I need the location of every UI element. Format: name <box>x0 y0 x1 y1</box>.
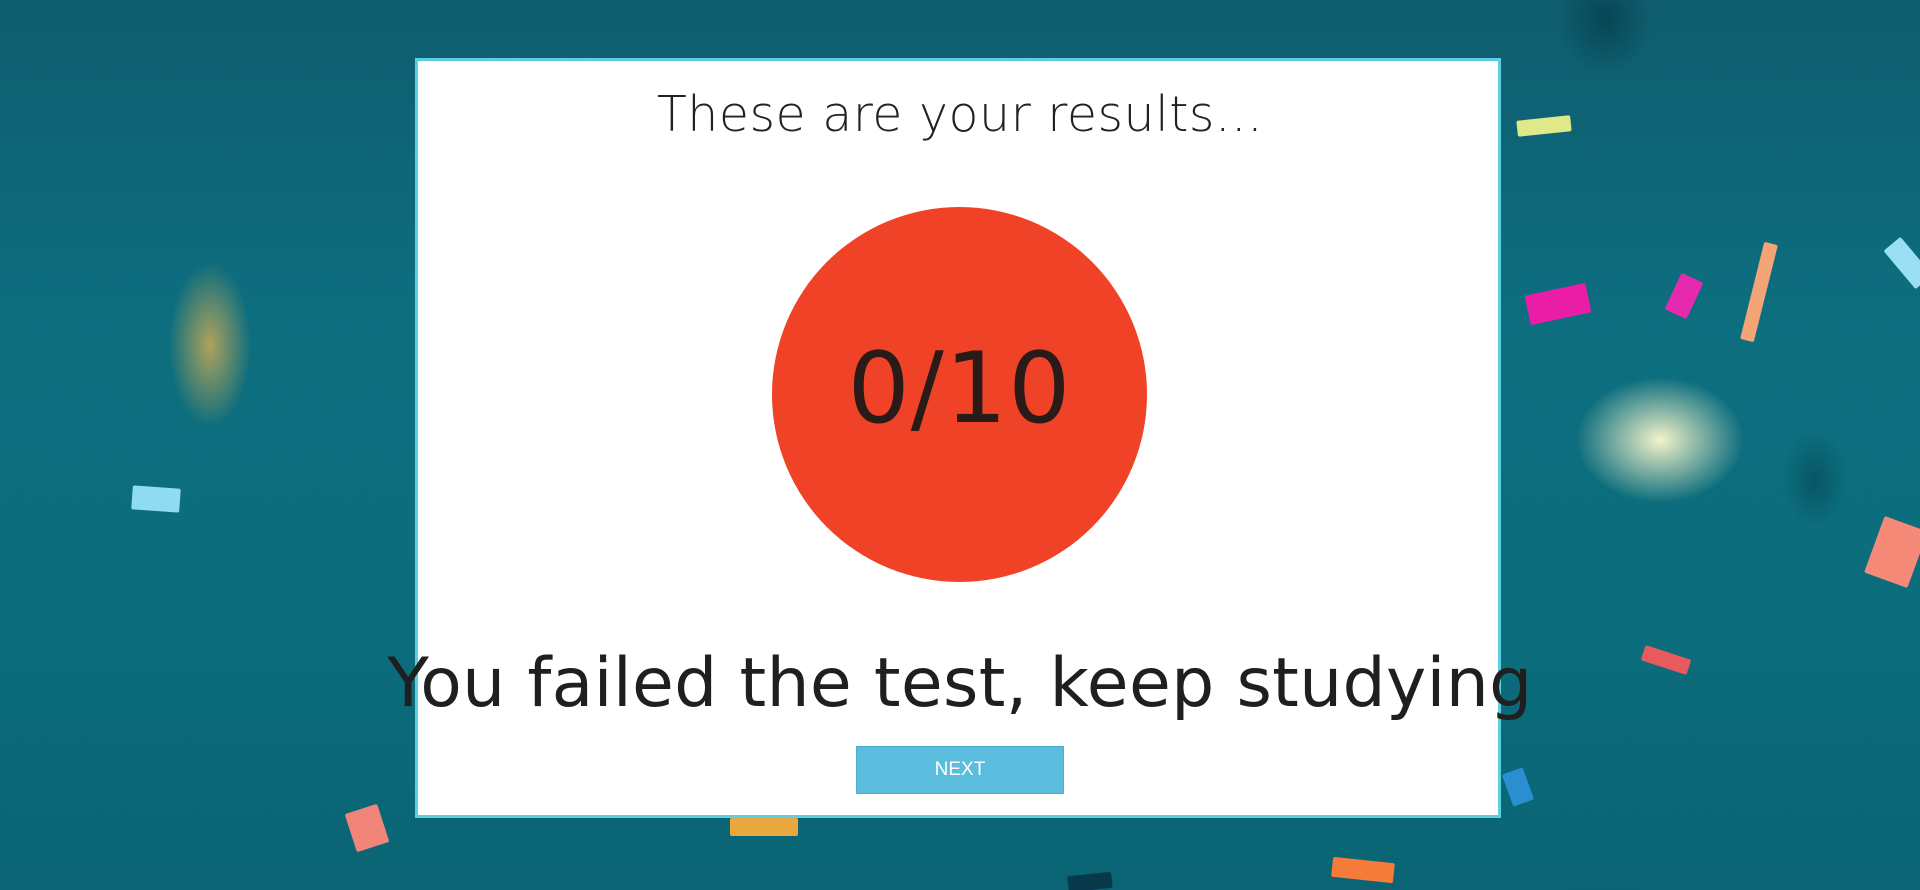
result-message: You failed the test, keep studying <box>387 644 1533 723</box>
confetti-piece <box>1664 272 1704 320</box>
score-value: 0/10 <box>847 331 1072 446</box>
confetti-piece <box>1067 871 1113 890</box>
results-heading: These are your results... <box>656 86 1264 143</box>
confetti-piece <box>1864 515 1920 589</box>
next-button[interactable]: NEXT <box>856 746 1064 794</box>
confetti-piece <box>730 818 798 836</box>
confetti-piece <box>1501 767 1535 807</box>
confetti-piece <box>1883 236 1920 290</box>
confetti-piece <box>344 803 390 853</box>
confetti-piece <box>1524 282 1592 326</box>
confetti-piece <box>1740 241 1778 343</box>
confetti-piece <box>131 485 181 513</box>
score-circle: 0/10 <box>772 207 1147 582</box>
confetti-piece <box>1331 856 1395 884</box>
